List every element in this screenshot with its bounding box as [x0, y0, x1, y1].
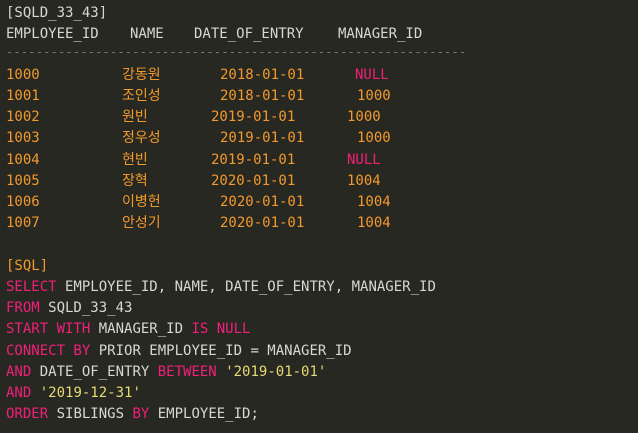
cell-name: 안성기 [122, 215, 161, 231]
sql-line-connect-by: CONNECT BY PRIOR EMPLOYEE_ID = MANAGER_I… [6, 342, 352, 360]
cell-manager-id: 1004 [357, 194, 391, 210]
sql-keyword: AND [6, 385, 32, 401]
sql-text: SIBLINGS [48, 406, 133, 422]
cell-name: 원빈 [122, 109, 148, 125]
cell-name: 이병헌 [122, 194, 161, 210]
cell-name: 강동원 [122, 67, 161, 83]
header-manager-id: MANAGER_ID [338, 26, 423, 42]
sql-keyword: BETWEEN [157, 364, 217, 380]
sql-keyword: AND [6, 364, 32, 380]
cell-name: 장혁 [122, 173, 148, 189]
sql-keyword: BY [132, 406, 150, 422]
cell-manager-id: 1000 [357, 88, 391, 104]
cell-date: 2018-01-01 [220, 88, 305, 104]
cell-employee-id: 1006 [6, 194, 40, 210]
sql-line-and-between: AND DATE_OF_ENTRY BETWEEN '2019-01-01' [6, 363, 326, 381]
cell-date: 2019-01-01 [211, 109, 296, 125]
cell-name: 정우성 [122, 130, 161, 146]
cell-name: 조인성 [122, 88, 161, 104]
sql-text: MANAGER_ID [90, 321, 192, 337]
cell-employee-id: 1000 [6, 67, 40, 83]
sql-line-and: AND '2019-12-31' [6, 384, 141, 402]
sql-keyword: IS NULL [191, 321, 251, 337]
cell-date: 2020-01-01 [220, 194, 305, 210]
cell-name: 현빈 [122, 152, 148, 168]
sql-text: PRIOR EMPLOYEE_ID = MANAGER_ID [90, 343, 352, 359]
sql-text: EMPLOYEE_ID, NAME, DATE_OF_ENTRY, MANAGE… [56, 279, 436, 295]
cell-employee-id: 1002 [6, 109, 40, 125]
sql-keyword: START WITH [6, 321, 91, 337]
cell-date: 2020-01-01 [211, 173, 296, 189]
sql-keyword: ORDER [6, 406, 49, 422]
sql-string: '2019-01-01' [225, 364, 327, 380]
cell-manager-id: NULL [355, 67, 389, 83]
cell-employee-id: 1005 [6, 173, 40, 189]
cell-employee-id: 1004 [6, 152, 40, 168]
sql-text: DATE_OF_ENTRY [31, 364, 158, 380]
cell-manager-id: 1000 [347, 109, 381, 125]
header-name: NAME [130, 26, 164, 42]
sql-keyword: FROM [6, 300, 40, 316]
sql-keyword: CONNECT BY [6, 343, 91, 359]
header-employee-id: EMPLOYEE_ID [6, 26, 99, 42]
cell-employee-id: 1001 [6, 88, 40, 104]
header-date-of-entry: DATE_OF_ENTRY [194, 26, 304, 42]
cell-employee-id: 1007 [6, 215, 40, 231]
cell-date: 2020-01-01 [220, 215, 305, 231]
cell-manager-id: 1004 [357, 215, 391, 231]
cell-manager-id: NULL [347, 152, 381, 168]
sql-text: SQLD_33_43 [39, 300, 133, 316]
table-name-label: [SQLD_33_43] [6, 5, 108, 21]
cell-manager-id: 1000 [357, 130, 391, 146]
sql-string: '2019-12-31' [39, 385, 141, 401]
cell-employee-id: 1003 [6, 130, 40, 146]
sql-section-label: [SQL] [6, 258, 49, 274]
cell-date: 2018-01-01 [220, 67, 305, 83]
sql-text: EMPLOYEE_ID; [149, 406, 259, 422]
sql-line-from: FROM SQLD_33_43 [6, 299, 132, 317]
sql-line-order-by: ORDER SIBLINGS BY EMPLOYEE_ID; [6, 405, 259, 423]
sql-line-start-with: START WITH MANAGER_ID IS NULL [6, 320, 250, 338]
header-separator: ----------------------------------------… [6, 45, 467, 59]
cell-manager-id: 1004 [347, 173, 381, 189]
sql-keyword: SELECT [6, 279, 57, 295]
cell-date: 2019-01-01 [220, 130, 305, 146]
sql-line-select: SELECT EMPLOYEE_ID, NAME, DATE_OF_ENTRY,… [6, 278, 436, 296]
cell-date: 2019-01-01 [211, 152, 296, 168]
